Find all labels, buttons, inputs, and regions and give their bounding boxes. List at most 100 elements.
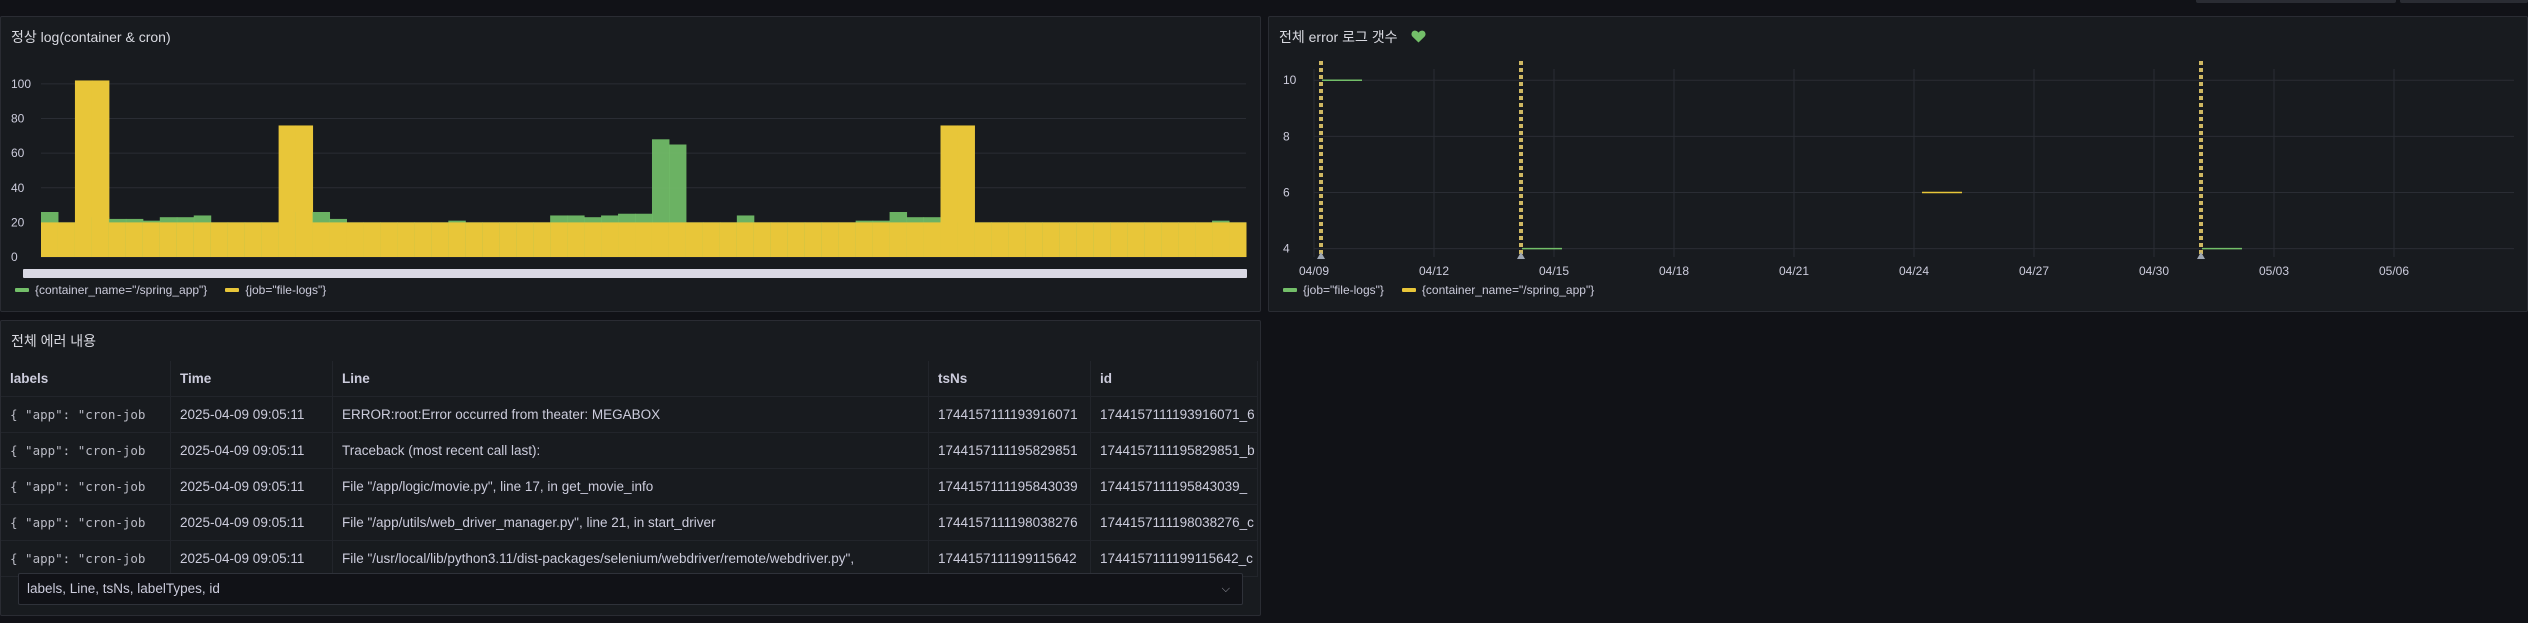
table-row[interactable]: { "app": "cron-job 2025-04-09 09:05:11 Fil… bbox=[1, 505, 1258, 541]
x-tick-label: 04/18 bbox=[1659, 264, 1689, 278]
table-cell-labels: { "app": "cron-job bbox=[1, 433, 171, 469]
annotation-marker-icon[interactable] bbox=[2197, 252, 2205, 259]
x-tick-label: 04/30 bbox=[2139, 264, 2169, 278]
legend-item[interactable]: {container_name="/spring_app"} bbox=[1401, 283, 1594, 297]
bar-file-logs bbox=[702, 222, 721, 257]
top-strip-a bbox=[2196, 0, 2396, 3]
bar-file-logs bbox=[635, 222, 653, 257]
table-cell-labels: { "app": "cron-job bbox=[1, 397, 171, 433]
table-row[interactable]: { "app": "cron-job 2025-04-09 09:05:11 Fil… bbox=[1, 469, 1258, 505]
table-cell-time: 2025-04-09 09:05:11 bbox=[171, 397, 333, 433]
bar-file-logs bbox=[295, 125, 314, 257]
field-select[interactable]: labels, Line, tsNs, labelTypes, id ⌵ bbox=[18, 573, 1243, 605]
heart-icon[interactable] bbox=[1411, 30, 1426, 46]
bar-file-logs bbox=[482, 222, 500, 257]
bar-file-logs bbox=[923, 222, 942, 257]
bar-file-logs bbox=[57, 222, 76, 257]
bar-file-logs bbox=[1076, 222, 1094, 257]
bar-file-logs bbox=[346, 222, 364, 257]
legend-item[interactable]: {job="file-logs"} bbox=[225, 283, 326, 297]
y-tick-label: 80 bbox=[11, 112, 25, 126]
bar-file-logs bbox=[719, 222, 738, 257]
bar-file-logs bbox=[821, 222, 840, 257]
table-header: labels Time Line tsNs id bbox=[1, 361, 1258, 397]
bar-file-logs bbox=[516, 222, 534, 257]
annotation-marker-icon[interactable] bbox=[1517, 252, 1525, 259]
x-tick-label: 04/15 bbox=[1539, 264, 1569, 278]
table-cell-id: 1744157111195829851_b bbox=[1091, 433, 1258, 469]
table-cell-id: 1744157111199115642_c bbox=[1091, 541, 1258, 577]
bar-file-logs bbox=[804, 222, 823, 257]
field-select-value: labels, Line, tsNs, labelTypes, id bbox=[27, 581, 220, 596]
table-cell-labels: { "app": "cron-job bbox=[1, 505, 171, 541]
table-cell-labels: { "app": "cron-job bbox=[1, 469, 171, 505]
bar-file-logs bbox=[957, 125, 975, 257]
bar-file-logs bbox=[1212, 222, 1230, 257]
bar-file-logs bbox=[74, 80, 93, 257]
bar-file-logs bbox=[108, 222, 127, 257]
y-tick-label: 10 bbox=[1283, 73, 1297, 87]
column-header-labels[interactable]: labels bbox=[1, 361, 171, 397]
y-tick-label: 8 bbox=[1283, 129, 1290, 143]
bar-file-logs bbox=[974, 222, 992, 257]
bar-file-logs bbox=[567, 222, 585, 257]
column-header-tsns[interactable]: tsNs bbox=[929, 361, 1091, 397]
bar-file-logs bbox=[889, 222, 908, 257]
panel-title: 전체 에러 내용 bbox=[11, 333, 97, 349]
chevron-down-icon: ⌵ bbox=[1221, 583, 1230, 595]
legend-item[interactable]: {job="file-logs"} bbox=[1283, 283, 1384, 297]
bar-file-logs bbox=[1127, 222, 1145, 257]
bar-file-logs bbox=[1195, 222, 1213, 257]
bar-file-logs bbox=[1059, 222, 1077, 257]
column-header-time[interactable]: Time bbox=[171, 361, 333, 397]
legend-label: {job="file-logs"} bbox=[245, 283, 327, 297]
panel-error-count[interactable]: 전체 error 로그 갯수 4 6 8 10 04/09 04/12 04/15 04/18… bbox=[1268, 16, 2528, 312]
table-cell-line: Traceback (most recent call last): bbox=[333, 433, 929, 469]
bar-file-logs bbox=[533, 222, 551, 257]
bar-file-logs bbox=[41, 222, 59, 257]
bar-file-logs bbox=[125, 222, 144, 257]
bar-file-logs bbox=[210, 222, 229, 257]
x-tick-label: 05/03 bbox=[2259, 264, 2289, 278]
bar-file-logs bbox=[1161, 222, 1179, 257]
panel-error-content[interactable]: 전체 에러 내용 labels Time Line tsNs id{ "app": "c… bbox=[0, 320, 1261, 616]
bar-file-logs bbox=[499, 222, 517, 257]
legend-label: {job="file-logs"} bbox=[1303, 283, 1384, 297]
bar-file-logs bbox=[584, 222, 602, 257]
bar-file-logs bbox=[431, 222, 449, 257]
bar-file-logs bbox=[838, 222, 857, 257]
column-header-id[interactable]: id bbox=[1091, 361, 1258, 397]
table-cell-tsns: 1744157111195829851 bbox=[929, 433, 1091, 469]
bar-file-logs bbox=[159, 222, 178, 257]
bar-file-logs bbox=[618, 222, 636, 257]
panel-normal-log[interactable]: 정상 log(container & cron) 0 20 40 60 80 100 {c… bbox=[0, 16, 1261, 312]
bar-file-logs bbox=[855, 222, 874, 257]
bar-file-logs bbox=[193, 222, 212, 257]
column-header-line[interactable]: Line bbox=[333, 361, 929, 397]
top-strip-b bbox=[2400, 0, 2528, 3]
bar-file-logs bbox=[550, 222, 568, 257]
bar-file-logs bbox=[1229, 222, 1247, 257]
bar-file-logs bbox=[753, 222, 772, 257]
table-cell-labels: { "app": "cron-job bbox=[1, 541, 171, 577]
table-row[interactable]: { "app": "cron-job 2025-04-09 09:05:11 ERR… bbox=[1, 397, 1258, 433]
normal-log-chart[interactable]: 0 20 40 60 80 100 bbox=[1, 59, 1262, 309]
table-cell-time: 2025-04-09 09:05:11 bbox=[171, 433, 333, 469]
legend-label: {container_name="/spring_app"} bbox=[35, 283, 208, 297]
bar-file-logs bbox=[1178, 222, 1196, 257]
bar-file-logs bbox=[770, 222, 789, 257]
table-cell-id: 1744157111195843039_ bbox=[1091, 469, 1258, 505]
y-tick-label: 4 bbox=[1283, 242, 1290, 256]
table-row[interactable]: { "app": "cron-job 2025-04-09 09:05:11 Tra… bbox=[1, 433, 1258, 469]
bar-file-logs bbox=[227, 222, 246, 257]
error-count-chart[interactable]: 4 6 8 10 04/09 04/12 04/15 04/18 04/21 04/24 04/27… bbox=[1269, 61, 2528, 281]
bar-file-logs bbox=[1008, 222, 1026, 257]
panel-title: 정상 log(container & cron) bbox=[11, 29, 171, 45]
legend-item[interactable]: {container_name="/spring_app"} bbox=[15, 283, 207, 297]
bar-file-logs bbox=[465, 222, 483, 257]
bar-file-logs bbox=[1110, 222, 1128, 257]
bar-file-logs bbox=[363, 222, 381, 257]
table-row[interactable]: { "app": "cron-job 2025-04-09 09:05:11 Fil… bbox=[1, 541, 1258, 577]
annotation-marker-icon[interactable] bbox=[1317, 252, 1325, 259]
y-tick-label: 20 bbox=[11, 215, 25, 229]
